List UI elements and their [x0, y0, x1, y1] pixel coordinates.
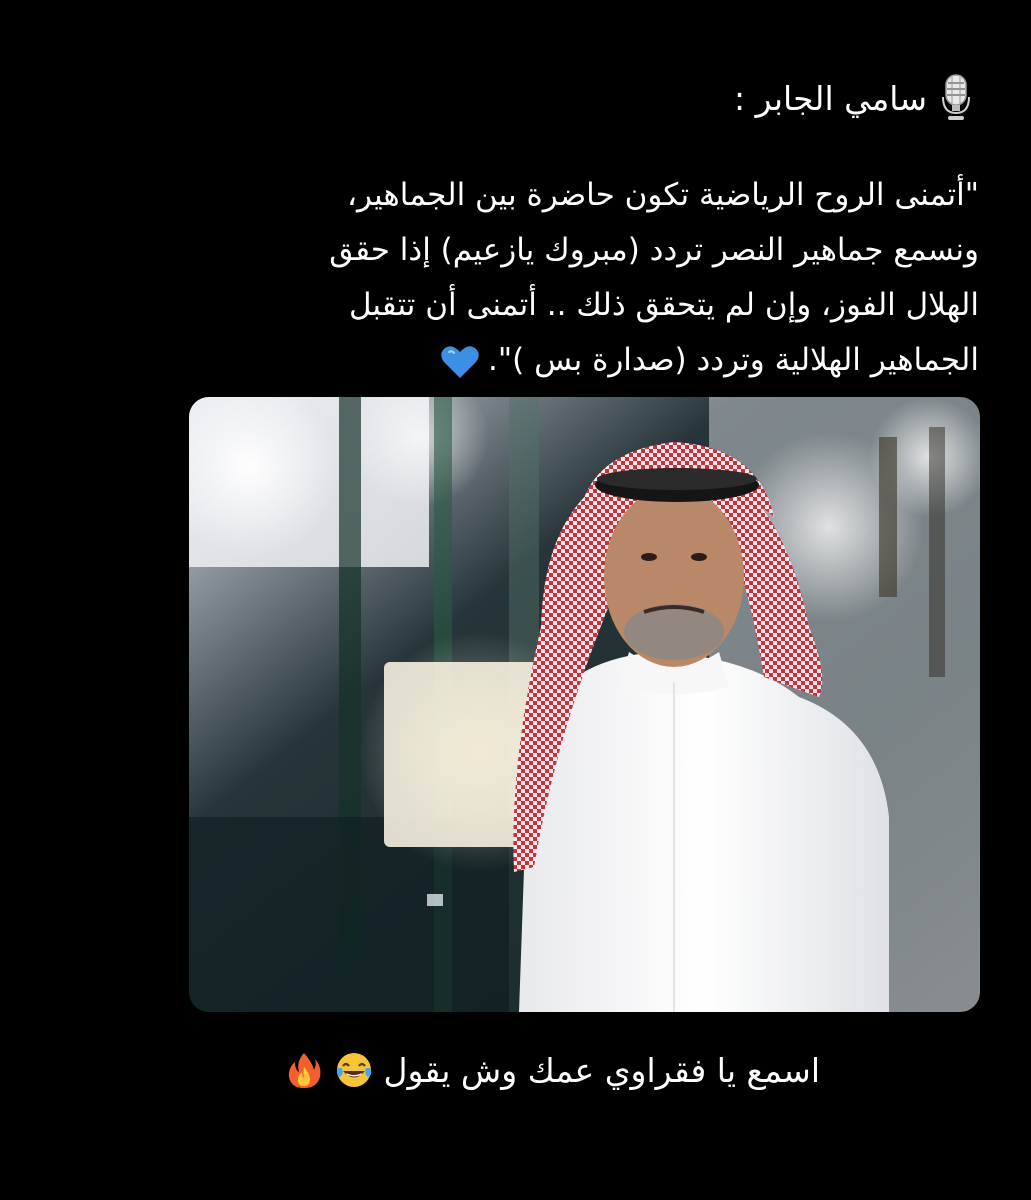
caption: اسمع يا فقراوي عمك وش يقول: [220, 1040, 820, 1100]
blue-heart-icon: [441, 345, 479, 378]
post: سامي الجابر : "أتمنى الروح الرياضية تكون…: [0, 0, 1031, 1200]
speaker-line: سامي الجابر :: [734, 72, 973, 124]
speaker-name: سامي الجابر :: [734, 78, 927, 118]
quote-line: "أتمنى الروح الرياضية تكون حاضرة بين الج…: [346, 177, 979, 213]
caption-text: اسمع يا فقراوي عمك وش يقول: [383, 1050, 820, 1090]
quote-line: الهلال الفوز، وإن لم يتحقق ذلك .. أتمنى …: [348, 287, 979, 323]
quote-line: ونسمع جماهير النصر تردد (مبروك يازعيم) إ…: [329, 232, 979, 268]
fire-icon: [288, 1053, 320, 1088]
quote-line-last: الجماهير الهلالية وتردد (صدارة بس )".: [179, 333, 979, 388]
quote-line-text: الجماهير الهلالية وتردد (صدارة بس )".: [488, 342, 979, 378]
laughing-tears-icon: [336, 1053, 371, 1087]
quote-text: "أتمنى الروح الرياضية تكون حاضرة بين الج…: [179, 168, 979, 388]
man-in-shemagh-photo: [189, 397, 980, 1012]
microphone-icon: [942, 74, 970, 120]
